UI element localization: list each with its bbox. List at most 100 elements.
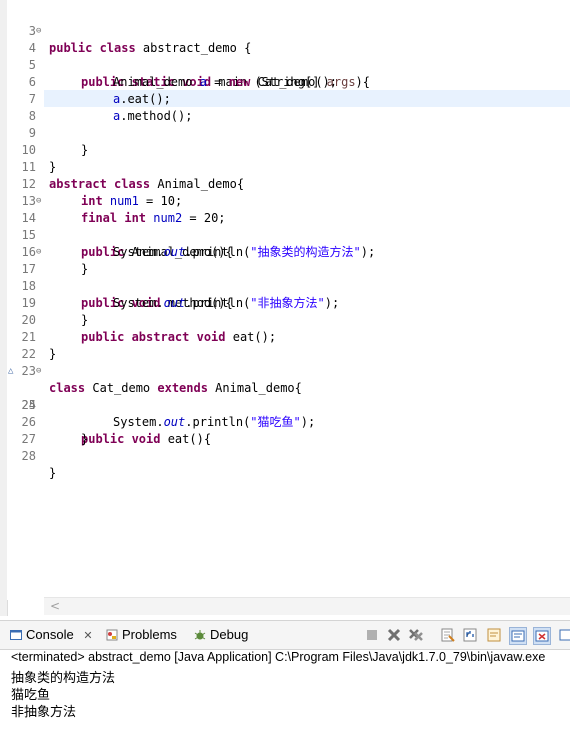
tab-problems-label: Problems bbox=[122, 627, 177, 642]
clear-console-icon[interactable] bbox=[440, 627, 456, 643]
code-line: △ 24 ⊖ public void eat(){ bbox=[0, 363, 211, 446]
remove-all-terminated-icon[interactable] bbox=[408, 627, 424, 643]
code-line: 10 } bbox=[0, 125, 57, 174]
code-line: 11 abstract class Animal_demo{ bbox=[0, 142, 245, 191]
code-keyword: public abstract void bbox=[81, 330, 226, 344]
code-line: 25 System.out.println("猫吃鱼"); bbox=[0, 380, 316, 429]
code-line: 3 public class abstract_demo { bbox=[0, 6, 252, 55]
code-text: .method(); bbox=[120, 109, 193, 123]
problems-icon bbox=[106, 627, 118, 641]
fold-collapse-icon[interactable]: ⊖ bbox=[36, 363, 46, 380]
code-text: ); bbox=[300, 415, 316, 429]
code-text: abstract_demo { bbox=[135, 41, 252, 55]
code-keyword: abstract class bbox=[49, 177, 151, 191]
code-text: } bbox=[81, 262, 89, 276]
tab-debug-label: Debug bbox=[210, 627, 249, 642]
code-string: "抽象类的构造方法" bbox=[250, 245, 361, 259]
remove-launch-icon[interactable] bbox=[386, 627, 402, 643]
code-text: System. bbox=[113, 415, 164, 429]
line-number: 28 bbox=[21, 449, 36, 463]
code-keyword: public class bbox=[49, 41, 136, 55]
console-icon bbox=[10, 627, 22, 640]
console-output-line: 非抽象方法 bbox=[11, 704, 77, 719]
code-keyword: class bbox=[49, 381, 86, 395]
code-keyword: extends bbox=[157, 381, 208, 395]
code-line: 5 Animal_demo a = new Cat_demo(); bbox=[0, 40, 337, 89]
code-text: .println( bbox=[185, 415, 251, 429]
code-line: 28 } bbox=[0, 431, 57, 480]
code-text: } bbox=[81, 143, 89, 157]
code-text: System. bbox=[113, 245, 164, 259]
code-text: Animal_demo{ bbox=[150, 177, 245, 191]
code-static-field: out bbox=[163, 415, 186, 429]
console-terminated-line: <terminated> abstract_demo [Java Applica… bbox=[11, 650, 546, 664]
tab-problems[interactable]: Problems bbox=[106, 625, 177, 645]
fold-collapse-icon[interactable]: ⊖ bbox=[36, 23, 46, 40]
code-static-field: out bbox=[163, 245, 186, 259]
code-text: } bbox=[49, 347, 57, 361]
code-line: 4 ⊖ public static void main (String[] ar… bbox=[0, 23, 370, 89]
code-line: 7 a.method(); bbox=[0, 74, 193, 123]
code-line: 17 ⊖ public void method(){ bbox=[0, 244, 233, 310]
code-keyword: public void bbox=[81, 432, 161, 446]
show-console-on-error-icon[interactable] bbox=[533, 627, 551, 645]
code-text: Animal_demo{ bbox=[207, 381, 302, 395]
code-text: Cat_demo bbox=[85, 381, 158, 395]
code-text: .println( bbox=[185, 245, 251, 259]
code-variable: a bbox=[199, 75, 207, 89]
code-text: } bbox=[81, 432, 89, 446]
code-line: 21 } bbox=[0, 312, 57, 361]
pin-console-icon[interactable] bbox=[558, 627, 570, 643]
code-text: } bbox=[81, 313, 89, 327]
code-line: 22 bbox=[0, 329, 36, 361]
tab-debug[interactable]: Debug bbox=[194, 625, 248, 645]
code-text: = 20; bbox=[182, 211, 226, 225]
scroll-lock-icon[interactable] bbox=[462, 627, 478, 643]
code-line: 23 class Cat_demo extends Animal_demo{ bbox=[0, 346, 302, 395]
code-text: eat(); bbox=[225, 330, 277, 344]
show-console-on-output-icon[interactable] bbox=[509, 627, 527, 645]
tab-console[interactable]: Console ✕ bbox=[10, 625, 93, 645]
code-text: ){ bbox=[355, 75, 370, 89]
close-icon[interactable]: ✕ bbox=[83, 630, 92, 642]
code-line: 27 bbox=[0, 414, 36, 446]
code-text: ); bbox=[360, 245, 376, 259]
code-text: Animal_demo bbox=[113, 75, 200, 89]
code-string: "猫吃鱼" bbox=[250, 415, 301, 429]
scroll-left-arrow-icon[interactable]: < bbox=[50, 598, 60, 615]
code-line: 15 System.out.println("抽象类的构造方法"); bbox=[0, 210, 376, 259]
word-wrap-icon[interactable] bbox=[486, 627, 502, 643]
code-line: 16 } bbox=[0, 227, 89, 276]
code-line: 20 public abstract void eat(); bbox=[0, 295, 277, 344]
code-static-field: out bbox=[163, 296, 186, 310]
fold-collapse-icon[interactable]: ⊖ bbox=[36, 193, 46, 210]
override-triangle-icon[interactable]: △ bbox=[8, 363, 13, 380]
code-field: num2 bbox=[153, 211, 183, 225]
code-line: 18 System.out.println("非抽象方法"); bbox=[0, 261, 340, 310]
debug-bug-icon bbox=[194, 627, 206, 640]
terminate-icon[interactable] bbox=[364, 627, 380, 643]
code-text: } bbox=[49, 160, 57, 174]
code-text: = 10; bbox=[138, 194, 183, 208]
console-output[interactable]: <terminated> abstract_demo [Java Applica… bbox=[0, 650, 570, 744]
code-text: System. bbox=[113, 296, 164, 310]
code-text: = bbox=[206, 75, 229, 89]
code-text: eat(){ bbox=[160, 432, 212, 446]
code-editor[interactable]: 3 public class abstract_demo { 4 ⊖ publi… bbox=[0, 0, 570, 616]
code-line: 26 } bbox=[0, 397, 89, 446]
code-field: num1 bbox=[109, 194, 139, 208]
code-line: 14 ⊖ public Animal_demo(){ bbox=[0, 193, 233, 259]
tab-console-label: Console bbox=[26, 627, 74, 642]
code-line: 19 } bbox=[0, 278, 89, 327]
code-text: } bbox=[49, 466, 57, 480]
code-line: 6 a.eat(); bbox=[0, 57, 171, 106]
code-text: ); bbox=[324, 296, 340, 310]
code-line: 12 int num1 = 10; bbox=[0, 159, 183, 208]
code-line: 8 bbox=[0, 91, 36, 123]
code-text: Cat_demo(); bbox=[250, 75, 338, 89]
fold-collapse-icon[interactable]: ⊖ bbox=[36, 244, 46, 261]
code-keyword: final int bbox=[81, 211, 147, 225]
code-line: 9 } bbox=[0, 108, 88, 157]
code-string: "非抽象方法" bbox=[250, 296, 325, 310]
horizontal-scrollbar[interactable]: < bbox=[44, 597, 570, 615]
